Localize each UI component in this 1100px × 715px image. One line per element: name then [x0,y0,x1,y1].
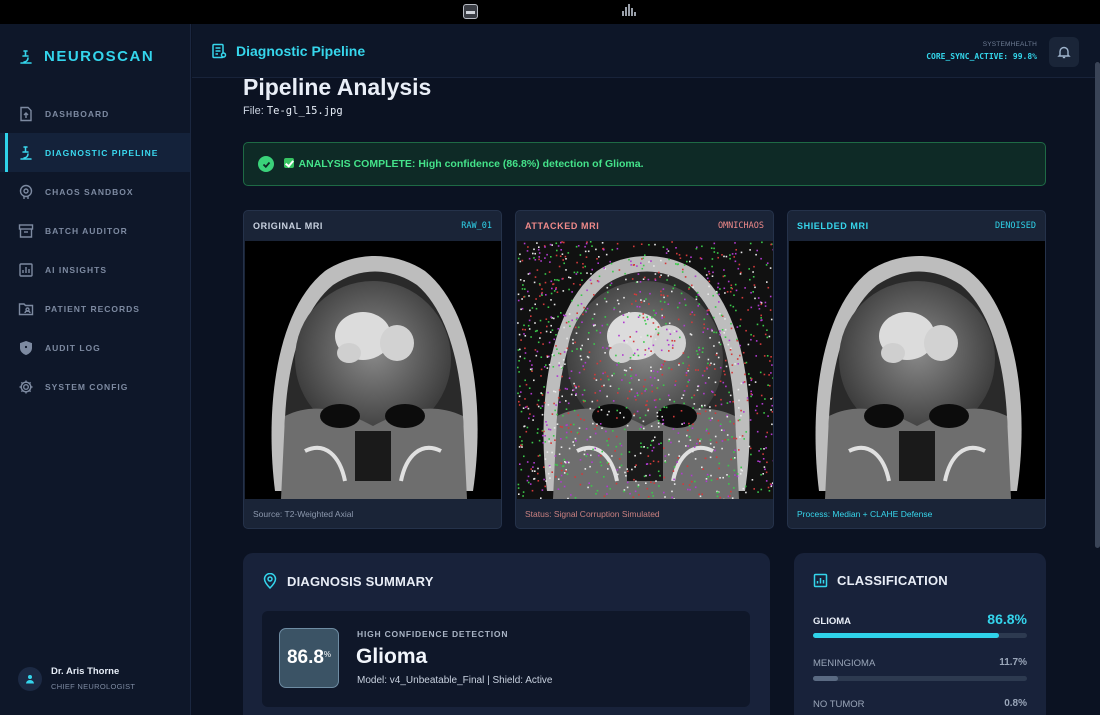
class-bar [813,633,1027,638]
class-percent: 11.7% [999,657,1027,668]
avatar [18,666,42,691]
card-footer: Source: T2-Weighted Axial [253,509,354,519]
sidebar-item-label: SYSTEM CONFIG [45,381,129,392]
class-bar-fill [813,633,999,638]
score-unit: % [323,649,332,659]
main-scrollbar[interactable] [1095,62,1100,715]
shielded-mri-image [789,241,1045,499]
user-role: CHIEF NEUROLOGIST [51,682,136,691]
diagnosis-summary-panel: DIAGNOSIS SUMMARY 86.8% HIGH CONFIDENCE … [243,553,770,715]
system-health-label: SYSTEMHEALTH [982,41,1037,48]
class-bar [813,676,1027,681]
card-tag: OMNICHAOS [717,221,764,231]
sidebar-item-label: PATIENT RECORDS [45,303,140,314]
confidence-score: 86.8% [279,628,339,688]
attacked-mri-image [517,241,773,499]
shielded-mri-card: SHIELDED MRI DENOISED Process: Median + … [787,210,1046,529]
original-mri-image [245,241,501,499]
class-percent: 0.8% [1004,698,1027,709]
diagnosis-name: Glioma [356,645,428,668]
sidebar-item-label: CHAOS SANDBOX [45,186,134,197]
card-title: ATTACKED MRI [525,221,600,231]
card-footer: Status: Signal Corruption Simulated [525,509,660,519]
page-title: Pipeline Analysis [243,74,432,100]
header-title: Diagnostic Pipeline [236,43,366,59]
archive-icon [18,223,34,238]
brand[interactable]: NEUROSCAN [18,48,154,65]
brain-bug-icon [19,184,33,199]
bar-chart-icon [813,573,828,588]
class-bar-fill [813,676,839,681]
user-profile[interactable]: Dr. Aris Thorne CHIEF NEUROLOGIST [18,666,135,691]
file-name: Te-gl_15.jpg [266,105,343,117]
card-title: ORIGINAL MRI [253,221,324,231]
user-icon [26,674,34,683]
sidebar-item-label: DASHBOARD [45,108,110,119]
classification-panel: CLASSIFICATION GLIOMA 86.8% MENINGIOMA 1… [794,553,1046,715]
alert-text: ANALYSIS COMPLETE: High confidence (86.8… [298,158,644,170]
diagnosis-card: 86.8% HIGH CONFIDENCE DETECTION Glioma M… [262,611,750,707]
class-name: MENINGIOMA [813,658,876,669]
app-tray-icon[interactable] [463,4,478,19]
original-mri-card: ORIGINAL MRI RAW_01 Source: T2-Weighted … [243,210,502,529]
analysis-alert: ANALYSIS COMPLETE: High confidence (86.8… [243,142,1046,186]
sidebar-item-ai-insights[interactable]: AI INSIGHTS [0,250,190,289]
attacked-mri-card: ATTACKED MRI OMNICHAOS Status: Signal Co… [515,210,774,529]
microscope-icon [20,145,32,160]
checkmark-box-icon [284,158,294,168]
sidebar-item-system-config[interactable]: SYSTEM CONFIG [0,367,190,406]
sidebar: NEUROSCAN DASHBOARD DIAGNOSTIC PIPELINE … [0,24,191,715]
top-header: Diagnostic Pipeline SYSTEMHEALTH CORE_SY… [192,24,1100,78]
brand-name: NEUROSCAN [44,48,155,65]
microscope-icon [20,49,32,64]
sidebar-item-audit-log[interactable]: AUDIT LOG [0,328,190,367]
gear-icon [19,380,33,393]
file-upload-icon [20,106,32,121]
brain-pin-icon [263,573,277,589]
sidebar-item-batch-auditor[interactable]: BATCH AUDITOR [0,211,190,250]
card-title: SHIELDED MRI [797,221,869,231]
shield-icon [20,340,32,355]
class-name: GLIOMA [813,616,851,627]
detection-label: HIGH CONFIDENCE DETECTION [357,629,509,639]
model-info: Model: v4_Unbeatable_Final | Shield: Act… [357,675,553,686]
folder-user-icon [18,302,34,315]
sidebar-item-label: DIAGNOSTIC PIPELINE [45,147,159,158]
document-list-icon [212,43,227,59]
file-label: File: [243,105,264,117]
sidebar-item-patient-records[interactable]: PATIENT RECORDS [0,289,190,328]
sidebar-item-label: BATCH AUDITOR [45,225,128,236]
system-bar [0,0,1100,24]
notifications-button[interactable] [1049,37,1079,67]
bell-icon [1057,46,1071,59]
panel-heading: CLASSIFICATION [837,573,948,588]
scrollbar-thumb[interactable] [1095,62,1100,548]
sidebar-item-label: AI INSIGHTS [45,264,108,275]
card-footer: Process: Median + CLAHE Defense [797,509,933,519]
class-percent: 86.8% [987,611,1027,627]
score-value: 86.8 [286,647,324,668]
sidebar-item-diagnostic-pipeline[interactable]: DIAGNOSTIC PIPELINE [0,133,190,172]
user-name: Dr. Aris Thorne [51,666,120,677]
sidebar-item-chaos-sandbox[interactable]: CHAOS SANDBOX [0,172,190,211]
bar-chart-icon [19,262,33,277]
audio-waveform-icon[interactable] [622,4,636,18]
system-health: SYSTEMHEALTH CORE_SYNC_ACTIVE: 99.8% [926,41,1037,61]
class-name: NO TUMOR [813,699,865,710]
check-circle-icon [258,156,274,172]
sidebar-item-label: AUDIT LOG [45,342,101,353]
sidebar-nav: DASHBOARD DIAGNOSTIC PIPELINE CHAOS SAND… [0,94,190,406]
sidebar-item-dashboard[interactable]: DASHBOARD [0,94,190,133]
panel-heading: DIAGNOSIS SUMMARY [287,573,434,589]
card-tag: RAW_01 [461,221,492,231]
card-tag: DENOISED [995,221,1036,231]
system-health-value: CORE_SYNC_ACTIVE: 99.8% [926,52,1037,61]
file-line: File: Te-gl_15.jpg [243,105,343,117]
